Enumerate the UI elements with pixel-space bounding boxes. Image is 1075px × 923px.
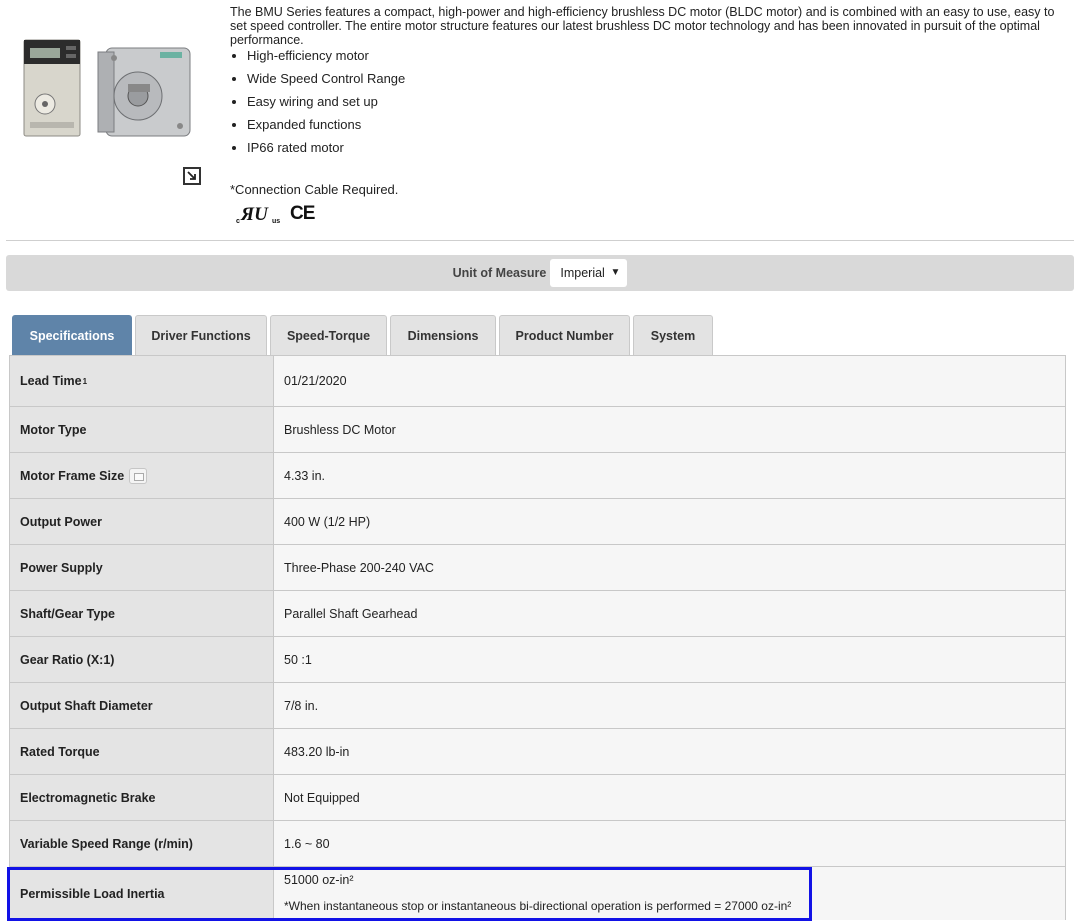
spec-label: Lead Time 1 bbox=[10, 356, 274, 406]
feature-item: High-efficiency motor bbox=[247, 47, 405, 70]
spec-value: 1.6 ~ 80 bbox=[274, 821, 1066, 866]
spec-value: 51000 oz-in² *When instantaneous stop or… bbox=[274, 867, 1066, 920]
spec-value-text: 51000 oz-in² bbox=[284, 873, 354, 887]
spec-label: Output Shaft Diameter bbox=[10, 683, 274, 728]
spec-row-output-power: Output Power 400 W (1/2 HP) bbox=[10, 499, 1066, 545]
section-divider bbox=[6, 240, 1074, 241]
spec-label: Power Supply bbox=[10, 545, 274, 590]
spec-label: Gear Ratio (X:1) bbox=[10, 637, 274, 682]
motor-product-image[interactable] bbox=[20, 26, 198, 144]
spec-value: 4.33 in. bbox=[274, 453, 1066, 498]
spec-value: 50 :1 bbox=[274, 637, 1066, 682]
spec-value: 400 W (1/2 HP) bbox=[274, 499, 1066, 544]
ul-certification-icon: c ЯU us bbox=[236, 204, 280, 225]
spec-value: Parallel Shaft Gearhead bbox=[274, 591, 1066, 636]
unit-of-measure-select[interactable]: Imperial ▼ bbox=[550, 259, 628, 287]
spec-row-lead-time: Lead Time 1 01/21/2020 bbox=[10, 356, 1066, 407]
image-info-icon[interactable] bbox=[129, 467, 148, 484]
footnote-marker: 1 bbox=[82, 376, 88, 386]
feature-list: High-efficiency motor Wide Speed Control… bbox=[230, 47, 405, 162]
spec-row-rated-torque: Rated Torque 483.20 lb-in bbox=[10, 729, 1066, 775]
spec-label: Shaft/Gear Type bbox=[10, 591, 274, 636]
tab-specifications[interactable]: Specifications bbox=[12, 315, 132, 355]
spec-row-motor-frame-size: Motor Frame Size 4.33 in. bbox=[10, 453, 1066, 499]
spec-row-electromagnetic-brake: Electromagnetic Brake Not Equipped bbox=[10, 775, 1066, 821]
spec-value: 01/21/2020 bbox=[274, 356, 1066, 406]
svg-text:ЯU: ЯU bbox=[240, 204, 269, 225]
spec-label: Rated Torque bbox=[10, 729, 274, 774]
spec-label-text: Motor Frame Size bbox=[20, 468, 125, 483]
product-header: The BMU Series features a compact, high-… bbox=[0, 0, 1075, 240]
spec-label-text: Lead Time bbox=[20, 374, 82, 388]
spec-row-gear-ratio: Gear Ratio (X:1) 50 :1 bbox=[10, 637, 1066, 683]
spec-row-motor-type: Motor Type Brushless DC Motor bbox=[10, 407, 1066, 453]
spec-label: Permissible Load Inertia bbox=[10, 867, 274, 920]
tab-system[interactable]: System bbox=[633, 315, 713, 355]
svg-text:c: c bbox=[236, 218, 240, 225]
spec-label: Motor Frame Size bbox=[10, 453, 274, 498]
spec-row-variable-speed-range: Variable Speed Range (r/min) 1.6 ~ 80 bbox=[10, 821, 1066, 867]
spec-value: Not Equipped bbox=[274, 775, 1066, 820]
enlarge-icon[interactable] bbox=[183, 167, 201, 185]
feature-item: IP66 rated motor bbox=[247, 139, 405, 162]
unit-of-measure-label: Unit of Measure bbox=[452, 266, 547, 280]
tab-driver-functions[interactable]: Driver Functions bbox=[135, 315, 267, 355]
unit-selected-value: Imperial bbox=[560, 266, 605, 280]
unit-of-measure-bar: Unit of Measure Imperial ▼ bbox=[6, 255, 1074, 291]
dropdown-arrow-icon: ▼ bbox=[610, 267, 621, 278]
product-description: The BMU Series features a compact, high-… bbox=[230, 5, 1055, 47]
ce-certification-mark: CE bbox=[290, 203, 315, 224]
spec-row-output-shaft-diameter: Output Shaft Diameter 7/8 in. bbox=[10, 683, 1066, 729]
spec-row-power-supply: Power Supply Three-Phase 200-240 VAC bbox=[10, 545, 1066, 591]
spec-value: 483.20 lb-in bbox=[274, 729, 1066, 774]
spec-value: Three-Phase 200-240 VAC bbox=[274, 545, 1066, 590]
spec-value: Brushless DC Motor bbox=[274, 407, 1066, 452]
tab-dimensions[interactable]: Dimensions bbox=[390, 315, 496, 355]
spec-label: Output Power bbox=[10, 499, 274, 544]
tab-speed-torque[interactable]: Speed-Torque bbox=[270, 315, 387, 355]
spec-row-shaft-gear-type: Shaft/Gear Type Parallel Shaft Gearhead bbox=[10, 591, 1066, 637]
feature-item: Wide Speed Control Range bbox=[247, 70, 405, 93]
spec-value-note: *When instantaneous stop or instantaneou… bbox=[284, 899, 792, 913]
spec-label: Variable Speed Range (r/min) bbox=[10, 821, 274, 866]
svg-text:us: us bbox=[272, 218, 280, 225]
specifications-table: Lead Time 1 01/21/2020 Motor Type Brushle… bbox=[9, 355, 1066, 920]
spec-value: 7/8 in. bbox=[274, 683, 1066, 728]
spec-row-permissible-load-inertia: Permissible Load Inertia 51000 oz-in² *W… bbox=[10, 867, 1066, 920]
cable-note: *Connection Cable Required. bbox=[230, 182, 399, 197]
spec-label: Electromagnetic Brake bbox=[10, 775, 274, 820]
spec-label: Motor Type bbox=[10, 407, 274, 452]
feature-item: Easy wiring and set up bbox=[247, 93, 405, 116]
tab-product-number[interactable]: Product Number bbox=[499, 315, 630, 355]
feature-item: Expanded functions bbox=[247, 116, 405, 139]
